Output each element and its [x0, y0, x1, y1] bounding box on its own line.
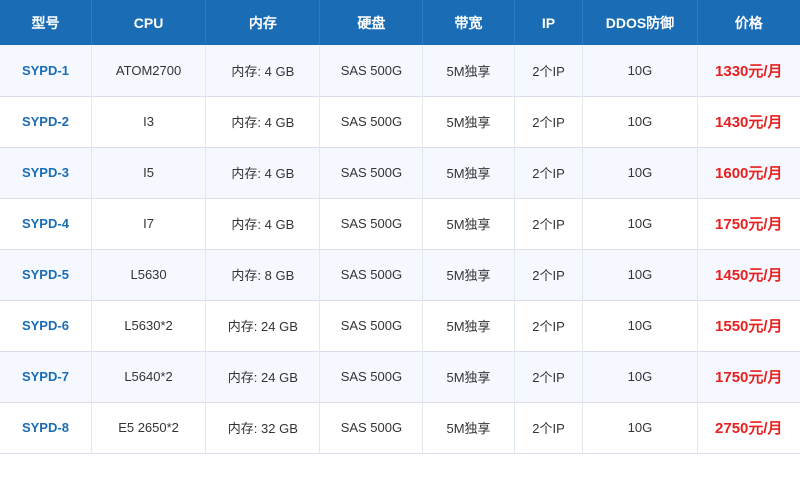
cell-bw: 5M独享: [423, 198, 514, 249]
cell-disk: SAS 500G: [320, 249, 423, 300]
cell-ip: 2个IP: [514, 96, 583, 147]
cell-ddos: 10G: [583, 249, 697, 300]
cell-mem: 内存: 4 GB: [206, 96, 320, 147]
cell-ip: 2个IP: [514, 351, 583, 402]
cell-model: SYPD-8: [0, 402, 91, 453]
header-bw: 带宽: [423, 0, 514, 45]
cell-bw: 5M独享: [423, 45, 514, 96]
cell-cpu: L5630: [91, 249, 205, 300]
header-price: 价格: [697, 0, 800, 45]
cell-cpu: ATOM2700: [91, 45, 205, 96]
cell-mem: 内存: 4 GB: [206, 147, 320, 198]
server-pricing-table: 型号 CPU 内存 硬盘 带宽 IP DDOS防御 价格 SYPD-1ATOM2…: [0, 0, 800, 454]
cell-model: SYPD-7: [0, 351, 91, 402]
cell-ddos: 10G: [583, 300, 697, 351]
cell-bw: 5M独享: [423, 96, 514, 147]
cell-bw: 5M独享: [423, 147, 514, 198]
cell-price: 1430元/月: [697, 96, 800, 147]
cell-cpu: I5: [91, 147, 205, 198]
header-mem: 内存: [206, 0, 320, 45]
cell-bw: 5M独享: [423, 351, 514, 402]
cell-ip: 2个IP: [514, 249, 583, 300]
cell-disk: SAS 500G: [320, 198, 423, 249]
table-row: SYPD-7L5640*2内存: 24 GBSAS 500G5M独享2个IP10…: [0, 351, 800, 402]
table-row: SYPD-8E5 2650*2内存: 32 GBSAS 500G5M独享2个IP…: [0, 402, 800, 453]
cell-ip: 2个IP: [514, 198, 583, 249]
cell-mem: 内存: 8 GB: [206, 249, 320, 300]
cell-price: 1750元/月: [697, 198, 800, 249]
cell-bw: 5M独享: [423, 402, 514, 453]
cell-model: SYPD-5: [0, 249, 91, 300]
table-row: SYPD-2I3内存: 4 GBSAS 500G5M独享2个IP10G1430元…: [0, 96, 800, 147]
cell-ddos: 10G: [583, 351, 697, 402]
table-row: SYPD-6L5630*2内存: 24 GBSAS 500G5M独享2个IP10…: [0, 300, 800, 351]
header-cpu: CPU: [91, 0, 205, 45]
cell-disk: SAS 500G: [320, 351, 423, 402]
cell-price: 2750元/月: [697, 402, 800, 453]
cell-model: SYPD-2: [0, 96, 91, 147]
cell-ip: 2个IP: [514, 45, 583, 96]
cell-mem: 内存: 24 GB: [206, 300, 320, 351]
table-header-row: 型号 CPU 内存 硬盘 带宽 IP DDOS防御 价格: [0, 0, 800, 45]
table-row: SYPD-3I5内存: 4 GBSAS 500G5M独享2个IP10G1600元…: [0, 147, 800, 198]
table-row: SYPD-5L5630内存: 8 GBSAS 500G5M独享2个IP10G14…: [0, 249, 800, 300]
header-disk: 硬盘: [320, 0, 423, 45]
cell-model: SYPD-4: [0, 198, 91, 249]
cell-ddos: 10G: [583, 45, 697, 96]
cell-bw: 5M独享: [423, 300, 514, 351]
cell-bw: 5M独享: [423, 249, 514, 300]
cell-ip: 2个IP: [514, 147, 583, 198]
cell-mem: 内存: 32 GB: [206, 402, 320, 453]
cell-disk: SAS 500G: [320, 45, 423, 96]
cell-price: 1450元/月: [697, 249, 800, 300]
cell-ip: 2个IP: [514, 402, 583, 453]
cell-price: 1330元/月: [697, 45, 800, 96]
cell-mem: 内存: 24 GB: [206, 351, 320, 402]
cell-mem: 内存: 4 GB: [206, 45, 320, 96]
header-ddos: DDOS防御: [583, 0, 697, 45]
cell-cpu: I3: [91, 96, 205, 147]
cell-model: SYPD-1: [0, 45, 91, 96]
cell-model: SYPD-6: [0, 300, 91, 351]
cell-cpu: E5 2650*2: [91, 402, 205, 453]
cell-cpu: L5640*2: [91, 351, 205, 402]
cell-mem: 内存: 4 GB: [206, 198, 320, 249]
table-row: SYPD-4I7内存: 4 GBSAS 500G5M独享2个IP10G1750元…: [0, 198, 800, 249]
table-row: SYPD-1ATOM2700内存: 4 GBSAS 500G5M独享2个IP10…: [0, 45, 800, 96]
cell-disk: SAS 500G: [320, 300, 423, 351]
cell-cpu: L5630*2: [91, 300, 205, 351]
cell-price: 1550元/月: [697, 300, 800, 351]
cell-ddos: 10G: [583, 96, 697, 147]
cell-disk: SAS 500G: [320, 96, 423, 147]
cell-ddos: 10G: [583, 147, 697, 198]
cell-price: 1600元/月: [697, 147, 800, 198]
cell-price: 1750元/月: [697, 351, 800, 402]
header-ip: IP: [514, 0, 583, 45]
cell-ddos: 10G: [583, 198, 697, 249]
header-model: 型号: [0, 0, 91, 45]
cell-disk: SAS 500G: [320, 147, 423, 198]
cell-disk: SAS 500G: [320, 402, 423, 453]
cell-ddos: 10G: [583, 402, 697, 453]
cell-model: SYPD-3: [0, 147, 91, 198]
cell-ip: 2个IP: [514, 300, 583, 351]
cell-cpu: I7: [91, 198, 205, 249]
